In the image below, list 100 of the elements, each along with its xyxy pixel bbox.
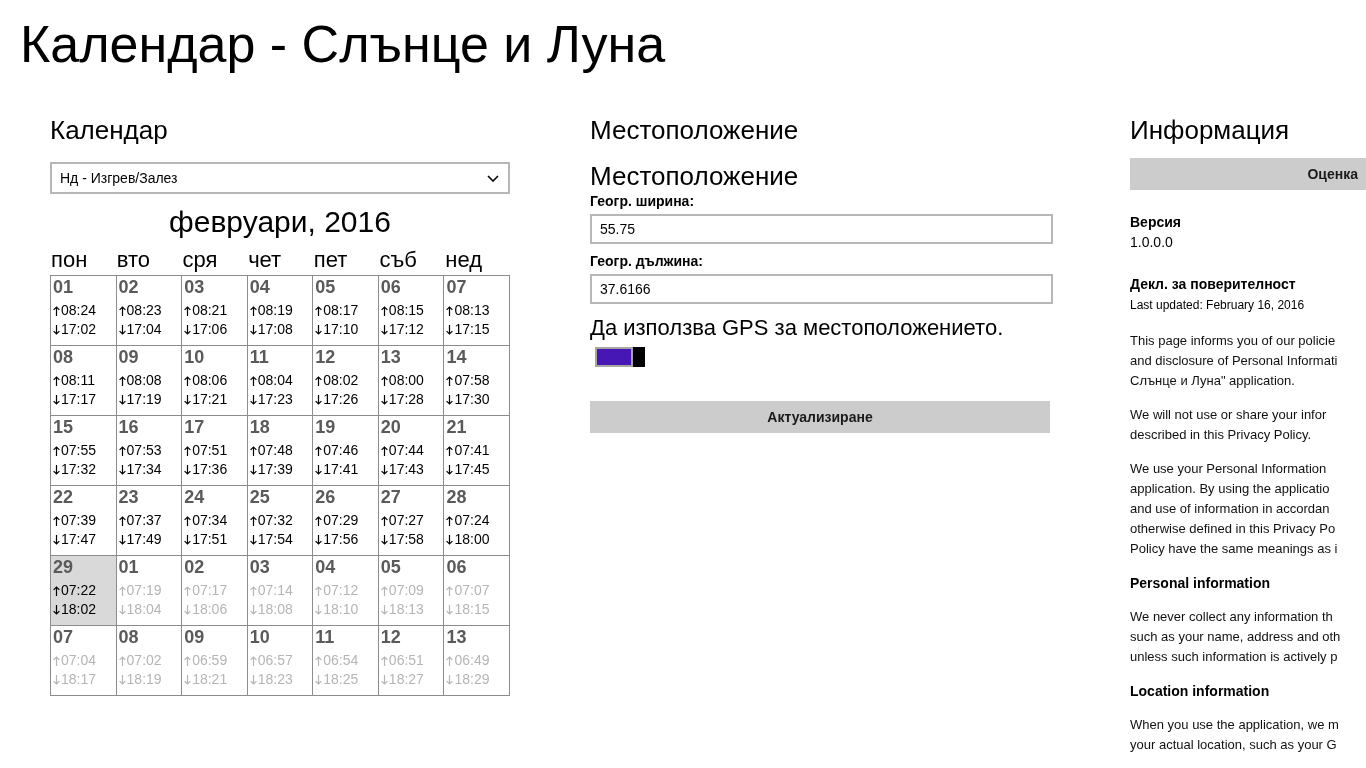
calendar-day-cell[interactable]: 26 07:29 17:56 <box>313 486 379 556</box>
calendar-day-cell[interactable]: 24 07:34 17:51 <box>182 486 248 556</box>
dropdown[interactable]: Нд - Изгрев/Залез <box>50 162 510 194</box>
sunrise-time: 08:13 <box>454 301 490 320</box>
update-button[interactable]: Актуализиране <box>590 401 1050 433</box>
sunrise-time: 08:24 <box>61 301 97 320</box>
sunrise-time: 07:09 <box>388 581 424 600</box>
calendar-day-cell[interactable]: 04 08:19 17:08 <box>247 276 314 346</box>
policy-paragraph: We use your Personal Information application. By using the applicatio and use of information in accordan otherwise defined in this Privacy Po Policy have the same meanings as i <box>1130 460 1338 558</box>
arrow-down-icon <box>249 604 257 615</box>
sunset-time: 17:49 <box>126 530 162 549</box>
calendar-day-cell[interactable]: 11 06:54 18:25 <box>313 626 379 696</box>
calendar-day-cell[interactable]: 17 07:51 17:36 <box>182 416 248 486</box>
sunrise-time: 08:15 <box>388 301 424 320</box>
arrow-up-icon <box>118 585 126 596</box>
calendar-day-cell[interactable]: 07 08:13 17:15 <box>444 276 510 346</box>
day-number: 07 <box>446 276 467 298</box>
day-number: 02 <box>184 556 205 578</box>
calendar-day-cell[interactable]: 06 07:07 18:15 <box>444 556 510 626</box>
rate-button[interactable]: Оценка <box>1130 158 1366 190</box>
sunrise-time: 07:37 <box>126 511 162 530</box>
arrow-up-icon <box>184 375 192 386</box>
day-number: 11 <box>249 346 269 368</box>
calendar-day-cell[interactable]: 10 06:57 18:23 <box>247 626 314 696</box>
day-number: 06 <box>380 276 401 298</box>
arrow-down-icon <box>53 534 60 545</box>
calendar-day-cell[interactable]: 01 07:19 18:04 <box>116 556 183 626</box>
calendar-day-cell[interactable]: 07 07:04 18:17 <box>51 626 117 696</box>
sunset-time: 17:17 <box>61 390 97 409</box>
sunset-time: 17:47 <box>61 530 97 549</box>
calendar-day-cell[interactable]: 01 08:24 17:02 <box>51 276 117 346</box>
text-field[interactable]: 55.75 <box>590 214 1053 244</box>
day-number: 28 <box>446 486 467 508</box>
calendar-day-cell[interactable]: 11 08:04 17:23 <box>247 346 314 416</box>
sunset-time: 18:17 <box>61 670 97 689</box>
calendar-day-cell[interactable]: 18 07:48 17:39 <box>247 416 314 486</box>
sunrise-time: 07:55 <box>61 441 97 460</box>
arrow-down-icon <box>53 324 60 335</box>
arrow-up-icon <box>53 585 60 596</box>
calendar-day-cell[interactable]: 05 07:09 18:13 <box>378 556 445 626</box>
calendar-day-cell[interactable]: 21 07:41 17:45 <box>444 416 510 486</box>
sunrise-time: 07:58 <box>454 371 490 390</box>
calendar-day-cell[interactable]: 13 06:49 18:29 <box>444 626 510 696</box>
sunset-time: 18:21 <box>192 670 228 689</box>
sunset-time: 17:06 <box>192 320 228 339</box>
sunrise-time: 07:29 <box>323 511 359 530</box>
calendar-day-cell[interactable]: 08 08:11 17:17 <box>51 346 117 416</box>
sunset-time: 18:08 <box>257 600 293 619</box>
sunrise-time: 06:51 <box>388 651 424 670</box>
calendar-day-cell[interactable]: 13 08:00 17:28 <box>378 346 445 416</box>
sunrise-time: 07:24 <box>454 511 490 530</box>
day-number: 09 <box>118 346 139 368</box>
arrow-up-icon <box>446 375 454 386</box>
arrow-down-icon <box>184 674 192 685</box>
calendar-day-cell[interactable]: 14 07:58 17:30 <box>444 346 510 416</box>
calendar-day-cell[interactable]: 03 08:21 17:06 <box>182 276 248 346</box>
calendar-day-cell[interactable]: 02 08:23 17:04 <box>116 276 183 346</box>
arrow-up-icon <box>380 305 388 316</box>
sunset-time: 17:58 <box>388 530 424 549</box>
arrow-down-icon <box>118 534 126 545</box>
arrow-down-icon <box>446 604 454 615</box>
sunrise-time: 07:07 <box>454 581 490 600</box>
calendar-day-cell[interactable]: 08 07:02 18:19 <box>116 626 183 696</box>
calendar-day-cell[interactable]: 12 08:02 17:26 <box>313 346 379 416</box>
last-updated-text: Last updated: February 16, 2016 <box>1130 297 1305 313</box>
sunset-time: 18:25 <box>323 670 359 689</box>
calendar-day-cell[interactable]: 03 07:14 18:08 <box>247 556 314 626</box>
sunrise-time: 07:12 <box>323 581 359 600</box>
calendar-day-cell[interactable]: 10 08:06 17:21 <box>182 346 248 416</box>
text-field[interactable]: 37.6166 <box>590 274 1053 304</box>
calendar-day-cell[interactable]: 09 08:08 17:19 <box>116 346 183 416</box>
calendar-day-cell[interactable]: 15 07:55 17:32 <box>51 416 117 486</box>
calendar-day-cell[interactable]: 27 07:27 17:58 <box>378 486 445 556</box>
day-number: 11 <box>315 626 335 648</box>
calendar-day-cell[interactable]: 12 06:51 18:27 <box>378 626 445 696</box>
calendar-day-cell[interactable]: 25 07:32 17:54 <box>247 486 314 556</box>
arrow-down-icon <box>184 464 192 475</box>
gps-toggle[interactable] <box>595 347 645 367</box>
calendar-day-cell[interactable]: 05 08:17 17:10 <box>313 276 379 346</box>
calendar-day-cell[interactable]: 29 07:22 18:02 <box>51 556 117 626</box>
day-number: 08 <box>118 626 139 648</box>
day-number: 05 <box>315 276 336 298</box>
calendar-day-cell[interactable]: 04 07:12 18:10 <box>313 556 379 626</box>
calendar-day-cell[interactable]: 19 07:46 17:41 <box>313 416 379 486</box>
sunset-time: 17:32 <box>61 460 97 479</box>
calendar-day-cell[interactable]: 20 07:44 17:43 <box>378 416 445 486</box>
calendar-day-cell[interactable]: 22 07:39 17:47 <box>51 486 117 556</box>
calendar-day-cell[interactable]: 28 07:24 18:00 <box>444 486 510 556</box>
arrow-up-icon <box>53 515 60 526</box>
calendar-day-cell[interactable]: 16 07:53 17:34 <box>116 416 183 486</box>
day-number: 12 <box>315 346 336 368</box>
calendar-day-cell[interactable]: 02 07:17 18:06 <box>182 556 248 626</box>
calendar-day-cell[interactable]: 09 06:59 18:21 <box>182 626 248 696</box>
arrow-up-icon <box>53 445 60 456</box>
calendar-day-cell[interactable]: 23 07:37 17:49 <box>116 486 183 556</box>
calendar-day-cell[interactable]: 06 08:15 17:12 <box>378 276 445 346</box>
sunrise-time: 07:34 <box>192 511 228 530</box>
sunset-time: 18:00 <box>454 530 490 549</box>
arrow-down-icon <box>249 394 257 405</box>
sunrise-time: 07:17 <box>192 581 228 600</box>
